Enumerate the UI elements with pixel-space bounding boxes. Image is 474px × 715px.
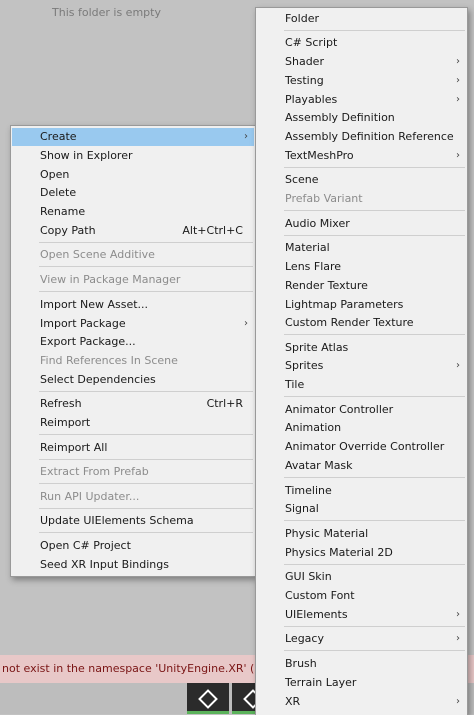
submenu-item-render-texture[interactable]: Render Texture xyxy=(257,277,466,295)
menu-separator xyxy=(39,242,253,243)
submenu-item-csharp-script[interactable]: C# Script xyxy=(257,34,466,52)
submenu-item-timeline[interactable]: Timeline xyxy=(257,482,466,500)
menu-item-refresh[interactable]: Refresh Ctrl+R xyxy=(12,395,254,413)
menu-item-reimport[interactable]: Reimport xyxy=(12,414,254,432)
menu-separator xyxy=(284,626,465,627)
menu-item-open-csharp-project[interactable]: Open C# Project xyxy=(12,537,254,555)
submenu-item-physics-material-2d[interactable]: Physics Material 2D xyxy=(257,544,466,562)
chevron-right-icon: › xyxy=(456,150,460,161)
menu-separator xyxy=(284,396,465,397)
submenu-item-lightmap-parameters[interactable]: Lightmap Parameters xyxy=(257,296,466,314)
menu-separator xyxy=(284,30,465,31)
menu-separator xyxy=(39,291,253,292)
menu-separator xyxy=(284,210,465,211)
menu-separator xyxy=(284,650,465,651)
menu-separator xyxy=(284,520,465,521)
submenu-item-audio-mixer[interactable]: Audio Mixer xyxy=(257,215,466,233)
menu-item-seed-xr-input-bindings[interactable]: Seed XR Input Bindings xyxy=(12,556,254,574)
submenu-item-sprites[interactable]: Sprites › xyxy=(257,357,466,375)
submenu-item-lens-flare[interactable]: Lens Flare xyxy=(257,258,466,276)
submenu-item-testing[interactable]: Testing › xyxy=(257,72,466,90)
chevron-right-icon: › xyxy=(456,633,460,644)
menu-separator xyxy=(39,391,253,392)
menu-separator xyxy=(284,167,465,168)
menu-item-create[interactable]: Create › xyxy=(12,128,254,146)
empty-folder-message: This folder is empty xyxy=(52,6,161,19)
project-context-menu: Create › Show in Explorer Open Delete Ren… xyxy=(10,125,256,577)
submenu-item-folder[interactable]: Folder xyxy=(257,10,466,28)
submenu-item-gui-skin[interactable]: GUI Skin xyxy=(257,568,466,586)
menu-item-select-dependencies[interactable]: Select Dependencies xyxy=(12,371,254,389)
chevron-right-icon: › xyxy=(456,56,460,67)
submenu-item-assembly-definition-reference[interactable]: Assembly Definition Reference xyxy=(257,128,466,146)
submenu-item-textmeshpro[interactable]: TextMeshPro › xyxy=(257,147,466,165)
menu-item-open[interactable]: Open xyxy=(12,166,254,184)
submenu-item-signal[interactable]: Signal xyxy=(257,500,466,518)
submenu-item-animator-controller[interactable]: Animator Controller xyxy=(257,401,466,419)
chevron-right-icon: › xyxy=(456,75,460,86)
chevron-right-icon: › xyxy=(456,94,460,105)
menu-item-delete[interactable]: Delete xyxy=(12,184,254,202)
menu-separator xyxy=(284,564,465,565)
menu-separator xyxy=(284,334,465,335)
menu-separator xyxy=(39,459,253,460)
menu-separator xyxy=(39,483,253,484)
submenu-item-animator-override-controller[interactable]: Animator Override Controller xyxy=(257,438,466,456)
menu-item-reimport-all[interactable]: Reimport All xyxy=(12,439,254,457)
menu-separator xyxy=(39,266,253,267)
chevron-right-icon: › xyxy=(456,609,460,620)
menu-item-update-uielements-schema[interactable]: Update UIElements Schema xyxy=(12,512,254,530)
submenu-item-xr[interactable]: XR › xyxy=(257,693,466,711)
submenu-item-scene[interactable]: Scene xyxy=(257,171,466,189)
submenu-item-playables[interactable]: Playables › xyxy=(257,91,466,109)
menu-separator xyxy=(39,508,253,509)
menu-separator xyxy=(39,532,253,533)
submenu-item-custom-render-texture[interactable]: Custom Render Texture xyxy=(257,314,466,332)
submenu-item-assembly-definition[interactable]: Assembly Definition xyxy=(257,109,466,127)
menu-item-copy-path[interactable]: Copy Path Alt+Ctrl+C xyxy=(12,222,254,240)
chevron-right-icon: › xyxy=(244,318,248,329)
menu-item-import-new-asset[interactable]: Import New Asset... xyxy=(12,296,254,314)
menu-item-import-package[interactable]: Import Package › xyxy=(12,315,254,333)
submenu-item-custom-font[interactable]: Custom Font xyxy=(257,587,466,605)
menu-item-find-references: Find References In Scene xyxy=(40,354,178,367)
unity-logo-icon xyxy=(198,688,218,709)
unity-taskbar-button-1[interactable] xyxy=(187,683,229,714)
submenu-item-tile[interactable]: Tile xyxy=(257,376,466,394)
submenu-item-material[interactable]: Material xyxy=(257,239,466,257)
submenu-item-legacy[interactable]: Legacy › xyxy=(257,630,466,648)
menu-item-view-in-package-manager: View in Package Manager xyxy=(40,273,181,286)
menu-item-rename[interactable]: Rename xyxy=(12,203,254,221)
submenu-item-animation[interactable]: Animation xyxy=(257,419,466,437)
chevron-right-icon: › xyxy=(244,131,248,142)
menu-separator xyxy=(284,477,465,478)
submenu-item-avatar-mask[interactable]: Avatar Mask xyxy=(257,457,466,475)
create-submenu: Folder C# Script Shader › Testing › Playab… xyxy=(255,7,468,715)
submenu-item-terrain-layer[interactable]: Terrain Layer xyxy=(257,674,466,692)
menu-item-extract-from-prefab: Extract From Prefab xyxy=(40,465,149,478)
menu-item-run-api-updater: Run API Updater... xyxy=(40,490,140,503)
submenu-item-uielements[interactable]: UIElements › xyxy=(257,606,466,624)
chevron-right-icon: › xyxy=(456,360,460,371)
submenu-item-sprite-atlas[interactable]: Sprite Atlas xyxy=(257,339,466,357)
menu-item-export-package[interactable]: Export Package... xyxy=(12,333,254,351)
menu-item-show-in-explorer[interactable]: Show in Explorer xyxy=(12,147,254,165)
chevron-right-icon: › xyxy=(456,696,460,707)
submenu-item-brush[interactable]: Brush xyxy=(257,655,466,673)
submenu-item-physic-material[interactable]: Physic Material xyxy=(257,525,466,543)
menu-item-open-scene-additive: Open Scene Additive xyxy=(40,248,155,261)
submenu-item-prefab-variant: Prefab Variant xyxy=(285,192,363,205)
menu-separator xyxy=(39,434,253,435)
submenu-item-shader[interactable]: Shader › xyxy=(257,53,466,71)
menu-separator xyxy=(284,235,465,236)
